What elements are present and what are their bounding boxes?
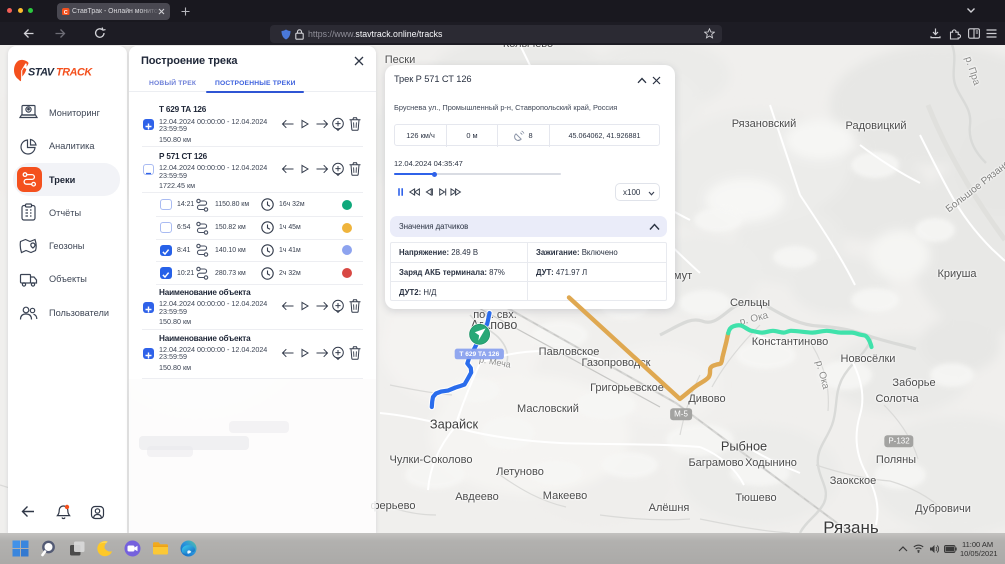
svg-text:STAV: STAV [28, 67, 55, 79]
svg-text:С: С [64, 9, 68, 15]
svg-text:TRACK: TRACK [56, 67, 93, 79]
